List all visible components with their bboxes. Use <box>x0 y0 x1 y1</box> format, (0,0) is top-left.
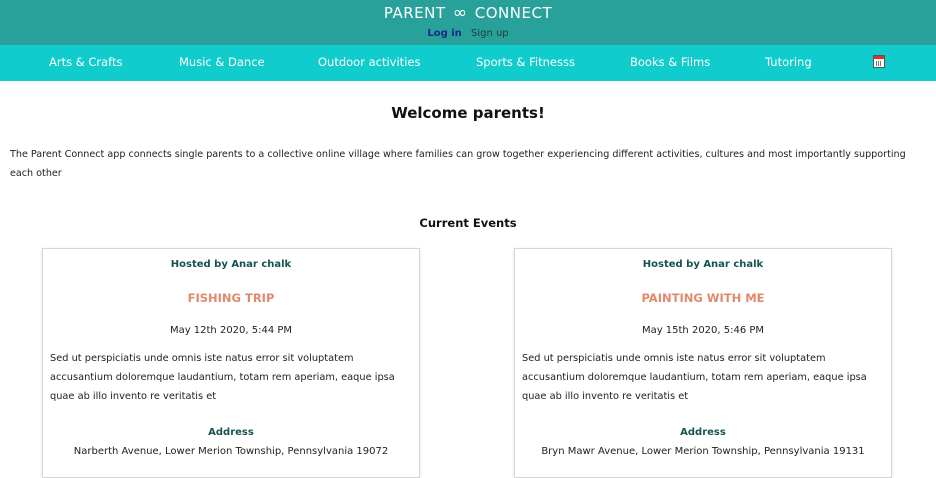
event-description: Sed ut perspiciatis unde omnis iste natu… <box>50 353 395 402</box>
nav-item-arts-crafts[interactable]: Arts & Crafts <box>49 55 123 69</box>
login-link[interactable]: Log in <box>427 28 461 39</box>
brand-logo[interactable]: PARENT ∞ CONNECT <box>0 3 936 23</box>
event-date: May 15th 2020, 5:46 PM <box>641 325 765 336</box>
nav-item-music-dance[interactable]: Music & Dance <box>179 55 265 69</box>
nav-item-tutoring[interactable]: Tutoring <box>765 55 812 69</box>
event-card[interactable]: Hosted by Anar chalk FISHING TRIP May 12… <box>42 248 420 478</box>
auth-links: Log in Sign up <box>0 28 936 39</box>
events-heading: Current Events <box>419 216 517 230</box>
event-title[interactable]: FISHING TRIP <box>43 291 419 305</box>
event-host: Hosted by Anar chalk <box>170 259 292 270</box>
calendar-icon[interactable] <box>873 55 885 68</box>
calendar-icon-header <box>874 56 884 59</box>
event-description: Sed ut perspiciatis unde omnis iste natu… <box>522 353 867 402</box>
event-address: Narberth Avenue, Lower Merion Township, … <box>73 446 389 457</box>
event-address-label: Address <box>208 427 254 438</box>
nav-item-books-films[interactable]: Books & Films <box>630 55 710 69</box>
infinity-icon: ∞ <box>452 3 468 23</box>
event-title[interactable]: PAINTING WITH ME <box>515 291 891 305</box>
event-address-label: Address <box>680 427 726 438</box>
page-title: Welcome parents! <box>391 104 545 122</box>
header-bar: PARENT ∞ CONNECT Log in Sign up <box>0 0 936 45</box>
brand-name-right: CONNECT <box>474 4 553 22</box>
calendar-icon-grid <box>876 61 882 66</box>
event-date: May 12th 2020, 5:44 PM <box>169 325 293 336</box>
brand-name-left: PARENT <box>383 4 446 22</box>
event-card[interactable]: Hosted by Anar chalk PAINTING WITH ME Ma… <box>514 248 892 478</box>
event-address: Bryn Mawr Avenue, Lower Merion Township,… <box>541 446 865 457</box>
nav-item-sports-fitness[interactable]: Sports & Fitnesss <box>476 55 575 69</box>
nav-item-outdoor-activities[interactable]: Outdoor activities <box>318 55 420 69</box>
category-nav: Arts & Crafts Music & Dance Outdoor acti… <box>0 45 936 81</box>
event-host: Hosted by Anar chalk <box>642 259 764 270</box>
signup-link[interactable]: Sign up <box>471 28 509 39</box>
intro-text: The Parent Connect app connects single p… <box>10 149 906 179</box>
